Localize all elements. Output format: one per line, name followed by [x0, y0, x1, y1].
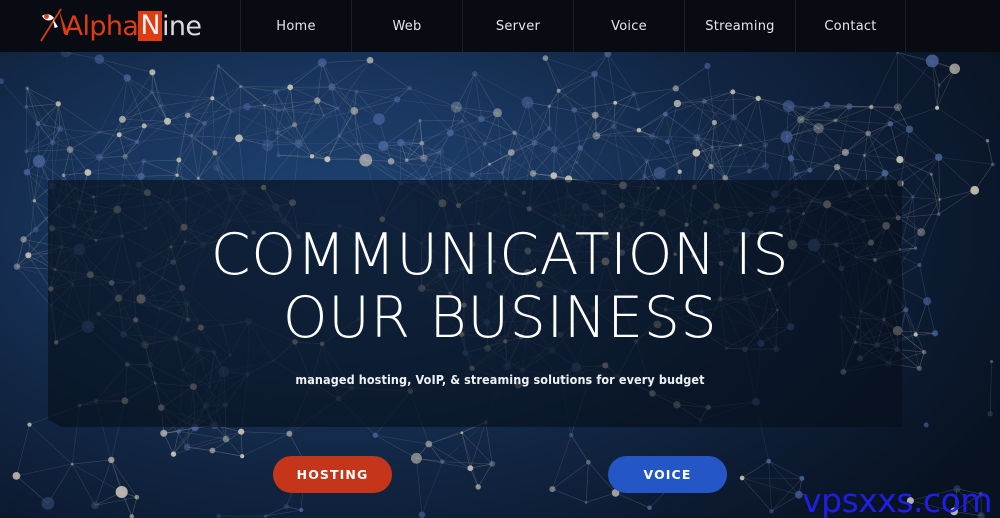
nav-item-label: Voice	[611, 18, 647, 34]
hero-section: COMMUNICATION IS OUR BUSINESS managed ho…	[0, 51, 1000, 518]
nav-item-streaming[interactable]: Streaming	[684, 0, 795, 52]
nav-item-label: Server	[495, 18, 541, 34]
site-logo[interactable]: Alpha N ine	[0, 0, 240, 52]
voice-cta-button[interactable]: VOICE	[608, 456, 727, 493]
nav-item-voice[interactable]: Voice	[573, 0, 684, 52]
hosting-cta-button[interactable]: HOSTING	[273, 456, 392, 493]
logo-lockup: Alpha N ine	[39, 8, 202, 43]
nav-item-list: Home Web Server Voice Streaming Contact	[240, 0, 1000, 52]
nav-item-server[interactable]: Server	[462, 0, 573, 52]
nav-item-label: Home	[276, 18, 316, 34]
logo-text-alpha: Alpha	[64, 10, 139, 42]
logo-text-n: N	[138, 10, 162, 41]
nav-item-label: Streaming	[705, 18, 775, 34]
top-navigation-bar: Alpha N ine Home Web Server Voice Stream…	[0, 0, 1000, 52]
hero-overlay-panel	[48, 180, 902, 427]
nav-item-web[interactable]: Web	[351, 0, 462, 52]
nav-item-home[interactable]: Home	[240, 0, 351, 52]
watermark-text: vpsxxs.com	[802, 481, 992, 518]
nav-item-contact[interactable]: Contact	[795, 0, 906, 52]
page-root: Alpha N ine Home Web Server Voice Stream…	[0, 0, 1000, 518]
nav-item-label: Contact	[824, 18, 877, 34]
logo-text-ine: ine	[161, 10, 202, 42]
nav-item-label: Web	[392, 18, 422, 34]
